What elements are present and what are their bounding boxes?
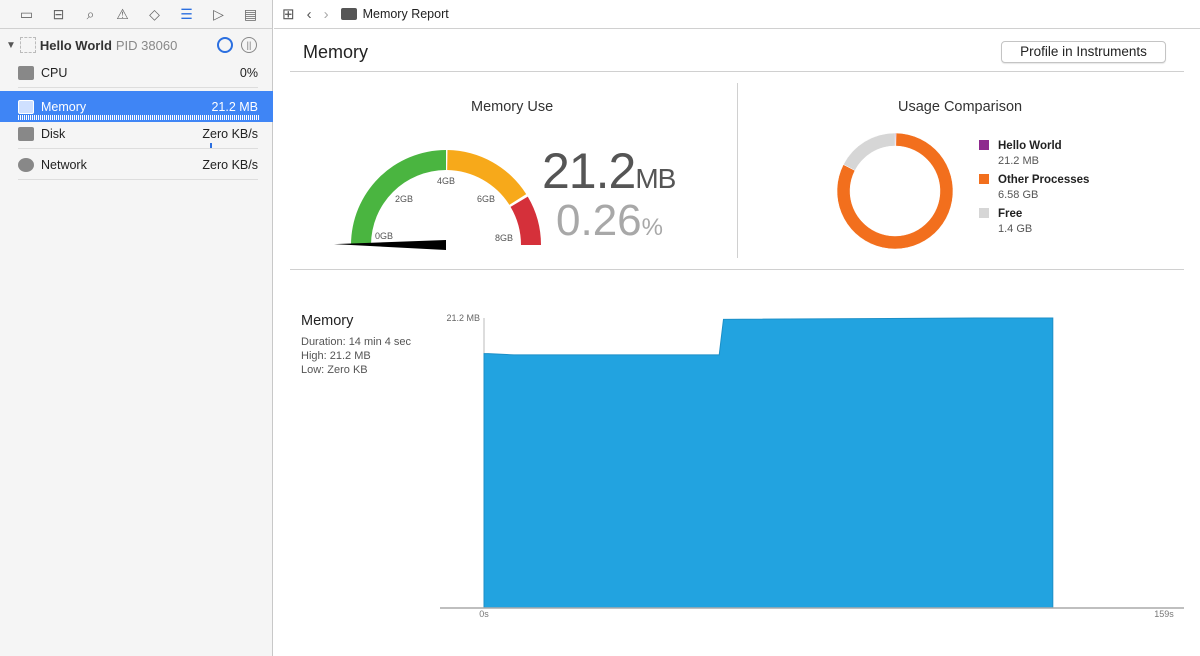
app-icon: [19, 37, 36, 53]
gauge-disk[interactable]: Disk Zero KB/s: [0, 118, 273, 149]
page-title: Memory: [303, 42, 369, 62]
history-title: Memory: [301, 313, 354, 329]
gauge-value: Zero KB/s: [202, 157, 258, 172]
back-chevron-icon[interactable]: ‹: [307, 6, 312, 23]
duration: Duration: 14 min 4 sec: [301, 336, 412, 348]
gauge-value: 0%: [239, 65, 258, 80]
gauge-network[interactable]: Network Zero KB/s: [0, 149, 273, 180]
usage-comparison-title: Usage Comparison: [898, 99, 1023, 115]
gauge-label: CPU: [41, 65, 68, 80]
profile-in-instruments-button[interactable]: Profile in Instruments: [1001, 41, 1166, 63]
x-tick-label: 159s: [1154, 609, 1174, 619]
process-name: Hello World: [39, 37, 112, 53]
donut-slice: [843, 132, 896, 171]
hierarchy-icon[interactable]: ⊟: [48, 5, 69, 23]
gauge-icon[interactable]: [217, 37, 233, 53]
forward-chevron-icon[interactable]: ›: [324, 6, 329, 23]
memory-percent: 0.26%: [556, 196, 663, 245]
related-items-icon[interactable]: ⊞: [282, 5, 295, 23]
pause-icon[interactable]: ||: [241, 37, 257, 53]
legend-item: Hello World 21.2 MB: [979, 140, 1089, 167]
gauge-tick-label: 2GB: [395, 194, 413, 204]
gauge-needle: [334, 240, 446, 250]
gauge-tick-label: 4GB: [437, 176, 455, 186]
report-icon[interactable]: ▤: [240, 5, 261, 23]
folder-icon[interactable]: ▭: [16, 5, 37, 23]
debug-gauges-icon[interactable]: ☰: [176, 5, 197, 23]
warning-icon[interactable]: ⚠: [112, 5, 133, 23]
gauge-value: 21.2 MB: [211, 99, 258, 114]
gauge-tick-label: 8GB: [495, 233, 513, 243]
disclosure-triangle-icon[interactable]: ▼: [6, 40, 16, 51]
memory-gauge: 0GB 2GB 4GB 6GB 8GB: [334, 150, 541, 250]
gauge-value: Zero KB/s: [202, 126, 258, 141]
low: Low: Zero KB: [301, 364, 368, 376]
navigator-toolbar: ▭ ⊟ ⌕ ⚠ ◇ ☰ ▷ ▤: [0, 0, 272, 29]
jumpbar-title[interactable]: Memory Report: [363, 7, 449, 21]
memory-value: 21.2MB: [542, 143, 676, 199]
gauge-label: Memory: [41, 99, 87, 114]
usage-legend: Hello World 21.2 MB Other Processes 6.58 G…: [979, 140, 1089, 242]
gauge-cpu[interactable]: CPU 0%: [0, 57, 273, 88]
gauge-tick-label: 6GB: [477, 194, 495, 204]
memory-chip-icon: [340, 8, 357, 20]
debug-navigator: ▭ ⊟ ⌕ ⚠ ◇ ☰ ▷ ▤ ▼ Hello World PID 38060 …: [0, 0, 273, 656]
memory-history-chart: 21.2 MB 0s 159s: [440, 313, 1184, 619]
gauge-label: Network: [41, 157, 87, 172]
memory-report: ⊞ ‹ › Memory Report Memory Profile in In…: [274, 0, 1200, 656]
disk-icon: [18, 126, 34, 141]
network-globe-icon: [18, 157, 34, 172]
high: High: 21.2 MB: [301, 350, 371, 362]
jump-bar: ⊞ ‹ › Memory Report: [274, 0, 1200, 29]
gauge-red-segment: [510, 196, 541, 245]
x-tick-label: 0s: [479, 609, 489, 619]
memory-area: [483, 317, 1054, 609]
memory-history-stats: Memory Duration: 14 min 4 sec High: 21.2…: [301, 313, 411, 377]
gauge-label: Disk: [41, 126, 66, 141]
usage-donut: [836, 132, 954, 250]
y-max-label: 21.2 MB: [446, 313, 480, 323]
memory-chip-icon: [18, 99, 34, 114]
cpu-icon: [18, 65, 34, 80]
process-row[interactable]: ▼ Hello World PID 38060 ||: [0, 30, 272, 60]
legend-item: Other Processes 6.58 GB: [979, 174, 1089, 201]
legend-item: Free 1.4 GB: [979, 208, 1089, 235]
search-icon[interactable]: ⌕: [80, 5, 101, 23]
memory-use-title: Memory Use: [471, 99, 554, 115]
breakpoint-icon[interactable]: ▷: [208, 5, 229, 23]
process-pid: PID 38060: [115, 37, 178, 53]
gauge-tick-label: 0GB: [375, 231, 393, 241]
test-diamond-icon[interactable]: ◇: [144, 5, 165, 23]
